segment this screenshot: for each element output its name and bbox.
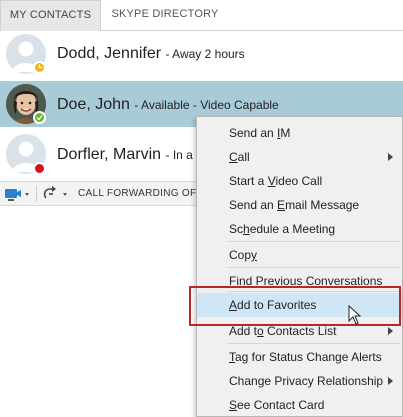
call-forwarding-status[interactable]: CALL FORWARDING OF — [78, 188, 196, 199]
tab-bar: MY CONTACTS SKYPE DIRECTORY — [0, 0, 403, 31]
menu-item-copy[interactable]: Copy — [197, 243, 402, 267]
menu-item-see-contact-card[interactable]: See Contact Card — [197, 393, 402, 417]
menu-separator — [227, 343, 400, 344]
contact-name: Dodd, Jennifer - Away 2 hours — [57, 45, 245, 62]
menu-item-start-video-call[interactable]: Start a Video Call — [197, 169, 402, 193]
available-check-icon — [33, 111, 46, 124]
menu-item-send-im[interactable]: Send an IM — [197, 121, 402, 145]
contact-name: Doe, John - Available - Video Capable — [57, 96, 279, 113]
contact-row-dodd-jennifer[interactable]: Dodd, Jennifer - Away 2 hours — [0, 31, 403, 77]
call-forward-icon — [43, 186, 67, 199]
away-clock-icon — [33, 61, 46, 74]
contact-status: - Away 2 hours — [165, 47, 245, 61]
tab-my-contacts[interactable]: MY CONTACTS — [0, 0, 101, 31]
menu-separator — [227, 241, 400, 242]
context-menu: Send an IM Call Start a Video Call Send … — [196, 116, 403, 417]
tab-skype-directory[interactable]: SKYPE DIRECTORY — [110, 0, 220, 31]
menu-item-send-email[interactable]: Send an Email Message — [197, 193, 402, 217]
menu-item-schedule-meeting[interactable]: Schedule a Meeting — [197, 217, 402, 241]
video-camera-button[interactable] — [4, 186, 32, 203]
submenu-arrow-icon — [388, 327, 393, 335]
menu-item-tag-status-alerts[interactable]: Tag for Status Change Alerts — [197, 345, 402, 369]
menu-separator — [227, 267, 400, 268]
menu-item-change-privacy-relationship[interactable]: Change Privacy Relationship — [197, 369, 402, 393]
video-camera-icon — [5, 189, 29, 201]
contact-status: - Available - Video Capable — [134, 98, 279, 112]
toolbar-divider — [36, 186, 37, 202]
call-forward-button[interactable] — [42, 186, 72, 203]
submenu-arrow-icon — [388, 153, 393, 161]
submenu-arrow-icon — [388, 377, 393, 385]
mouse-pointer-icon — [348, 304, 362, 330]
menu-item-call[interactable]: Call — [197, 145, 402, 169]
callout-highlight-box — [189, 286, 401, 326]
contact-name: Dorfler, Marvin - In a m — [57, 146, 207, 163]
busy-presence-icon — [33, 162, 46, 175]
